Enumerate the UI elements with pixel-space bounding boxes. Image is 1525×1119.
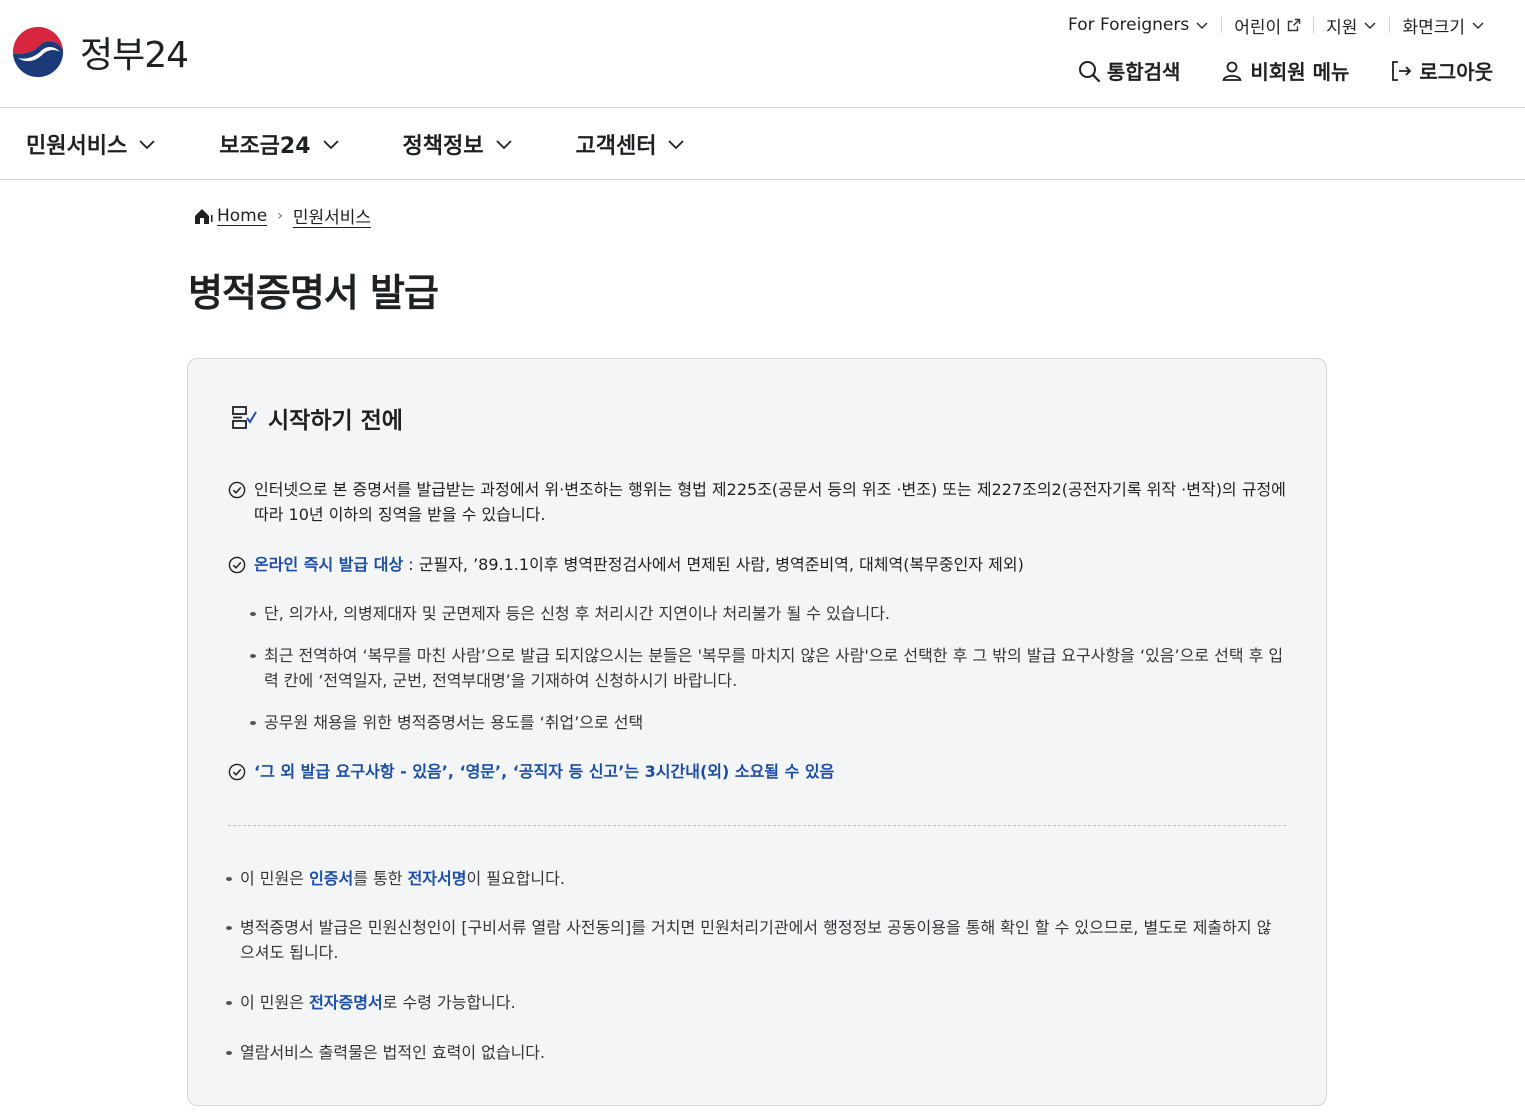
search-label: 통합검색 — [1106, 60, 1181, 84]
search-icon — [1078, 60, 1100, 82]
util-label: 어린이 — [1234, 17, 1282, 38]
note-text-part: 로 수령 가능합니다. — [382, 993, 516, 1012]
note-item: 이 민원은 전자증명서로 수령 가능합니다. — [226, 990, 1286, 1015]
nav-label: 정책정보 — [402, 134, 484, 159]
chevron-down-icon — [1472, 22, 1484, 30]
note-text-part: 이 필요합니다. — [466, 869, 565, 888]
government-emblem-icon — [11, 25, 65, 79]
note-text: 이 민원은 전자증명서로 수령 가능합니다. — [240, 990, 516, 1015]
nav-civil-service[interactable]: 민원서비스 — [26, 128, 157, 160]
highlight-text: 전자증명서 — [309, 993, 383, 1012]
page-title: 병적증명서 발급 — [188, 271, 439, 315]
sub-item-text: 공무원 채용을 위한 병적증명서는 용도를 ‘취업’으로 선택 — [264, 713, 644, 732]
list-item: ‘그 외 발급 요구사항 - 있음’, ‘영문’, ‘공직자 등 신고’는 3시… — [228, 759, 1288, 784]
util-support[interactable]: 지원 — [1314, 14, 1389, 38]
note-item: 이 민원은 인증서를 통한 전자서명이 필요합니다. — [226, 866, 1286, 891]
util-for-foreigners[interactable]: For Foreigners — [1056, 14, 1221, 36]
bullet — [226, 926, 232, 930]
util-label: 화면크기 — [1402, 17, 1465, 38]
note-text-part: 를 통한 — [353, 869, 408, 888]
user-icon — [1222, 61, 1243, 81]
home-icon — [195, 208, 213, 224]
highlight-text: 온라인 즉시 발급 대상 — [254, 555, 404, 574]
main-nav: 민원서비스 보조금24 정책정보 고객센터 — [0, 109, 1525, 180]
sub-list-item: 공무원 채용을 위한 병적증명서는 용도를 ‘취업’으로 선택 — [250, 710, 1290, 735]
nav-label: 고객센터 — [575, 134, 657, 159]
chevron-down-icon — [495, 140, 512, 150]
util-label: 지원 — [1326, 17, 1358, 38]
chevron-down-icon — [1196, 22, 1208, 30]
breadcrumb-home[interactable]: Home — [193, 206, 267, 226]
check-circle-icon — [228, 763, 246, 781]
external-link-icon — [1287, 18, 1301, 32]
nav-label: 민원서비스 — [26, 134, 128, 159]
chevron-down-icon — [1364, 22, 1376, 30]
note-item: 열람서비스 출력물은 법적인 효력이 없습니다. — [226, 1040, 1286, 1065]
note-text-part: 이 민원은 — [240, 993, 310, 1012]
breadcrumb: Home › 민원서비스 — [193, 203, 371, 228]
guest-menu-label: 비회원 메뉴 — [1250, 60, 1350, 84]
action-nav: 통합검색 비회원 메뉴 로그아웃 — [1077, 56, 1493, 85]
chevron-down-icon — [139, 140, 155, 150]
site-header: 정부24 For Foreigners 어린이 지원 화면크기 통합검색 비회원… — [0, 0, 1525, 108]
checklist-icon — [232, 406, 257, 429]
dashed-divider — [228, 825, 1286, 826]
nav-customer-center[interactable]: 고객센터 — [576, 128, 687, 160]
chevron-down-icon — [668, 140, 685, 150]
sub-item-text: 단, 의가사, 의병제대자 및 군면제자 등은 신청 후 처리시간 지연이나 처… — [264, 604, 891, 623]
item-text: 인터넷으로 본 증명서를 발급받는 과정에서 위·변조하는 행위는 형법 제22… — [254, 480, 1286, 524]
nav-subsidy[interactable]: 보조금24 — [219, 128, 340, 160]
logout-label: 로그아웃 — [1419, 60, 1493, 84]
utility-nav: For Foreigners 어린이 지원 화면크기 — [1056, 14, 1497, 38]
search-button[interactable]: 통합검색 — [1077, 56, 1181, 85]
list-item: 온라인 즉시 발급 대상 : 군필자, ’89.1.1이후 병역판정검사에서 면… — [228, 552, 1288, 577]
breadcrumb-current-label: 민원서비스 — [292, 208, 372, 228]
guest-menu-button[interactable]: 비회원 메뉴 — [1220, 56, 1349, 85]
bullet — [226, 877, 232, 881]
note-text: 열람서비스 출력물은 법적인 효력이 없습니다. — [240, 1043, 546, 1062]
nav-policy[interactable]: 정책정보 — [403, 128, 514, 160]
logo-text: 정부24 — [80, 35, 189, 76]
check-circle-icon — [228, 556, 246, 574]
note-text-part: 이 민원은 — [240, 869, 310, 888]
box-heading-text: 시작하기 전에 — [268, 408, 403, 434]
box-heading: 시작하기 전에 — [230, 401, 403, 435]
logout-icon — [1392, 60, 1412, 81]
logo[interactable]: 정부24 — [8, 24, 189, 80]
highlight-text: 전자서명 — [407, 869, 467, 888]
chevron-down-icon — [322, 140, 339, 150]
note-text: 병적증명서 발급은 민원신청인이 [구비서류 열람 사전동의]를 거치면 민원처… — [240, 918, 1272, 962]
util-kids[interactable]: 어린이 — [1222, 14, 1313, 38]
sub-list-item: 최근 전역하여 ‘복무를 마친 사람’으로 발급 되지않으시는 분들은 '복무를… — [250, 643, 1290, 693]
item-text-rest: : 군필자, ’89.1.1이후 병역판정검사에서 면제된 사람, 병역준비역,… — [403, 555, 1024, 574]
breadcrumb-separator: › — [277, 207, 283, 224]
item-text: 온라인 즉시 발급 대상 : 군필자, ’89.1.1이후 병역판정검사에서 면… — [254, 552, 1024, 577]
bullet — [250, 721, 256, 725]
list-item: 인터넷으로 본 증명서를 발급받는 과정에서 위·변조하는 행위는 형법 제22… — [228, 477, 1288, 527]
sub-list-item: 단, 의가사, 의병제대자 및 군면제자 등은 신청 후 처리시간 지연이나 처… — [250, 601, 1290, 626]
util-screen-size[interactable]: 화면크기 — [1390, 14, 1497, 38]
breadcrumb-current[interactable]: 민원서비스 — [293, 203, 371, 228]
breadcrumb-home-label: Home — [217, 205, 268, 226]
bullet — [226, 1001, 232, 1005]
nav-label: 보조금24 — [219, 134, 311, 159]
item-text: ‘그 외 발급 요구사항 - 있음’, ‘영문’, ‘공직자 등 신고’는 3시… — [254, 762, 835, 781]
before-start-box: 시작하기 전에 인터넷으로 본 증명서를 발급받는 과정에서 위·변조하는 행위… — [187, 358, 1327, 1106]
util-label: For Foreigners — [1068, 15, 1190, 35]
highlight-text: 인증서 — [309, 869, 354, 888]
note-item: 병적증명서 발급은 민원신청인이 [구비서류 열람 사전동의]를 거치면 민원처… — [226, 915, 1286, 965]
note-text: 이 민원은 인증서를 통한 전자서명이 필요합니다. — [240, 866, 565, 891]
check-circle-icon — [228, 481, 246, 499]
bullet — [250, 612, 256, 616]
sub-item-text: 최근 전역하여 ‘복무를 마친 사람’으로 발급 되지않으시는 분들은 '복무를… — [264, 646, 1284, 690]
bullet — [226, 1051, 232, 1055]
logout-button[interactable]: 로그아웃 — [1389, 56, 1493, 85]
bullet — [250, 654, 256, 658]
